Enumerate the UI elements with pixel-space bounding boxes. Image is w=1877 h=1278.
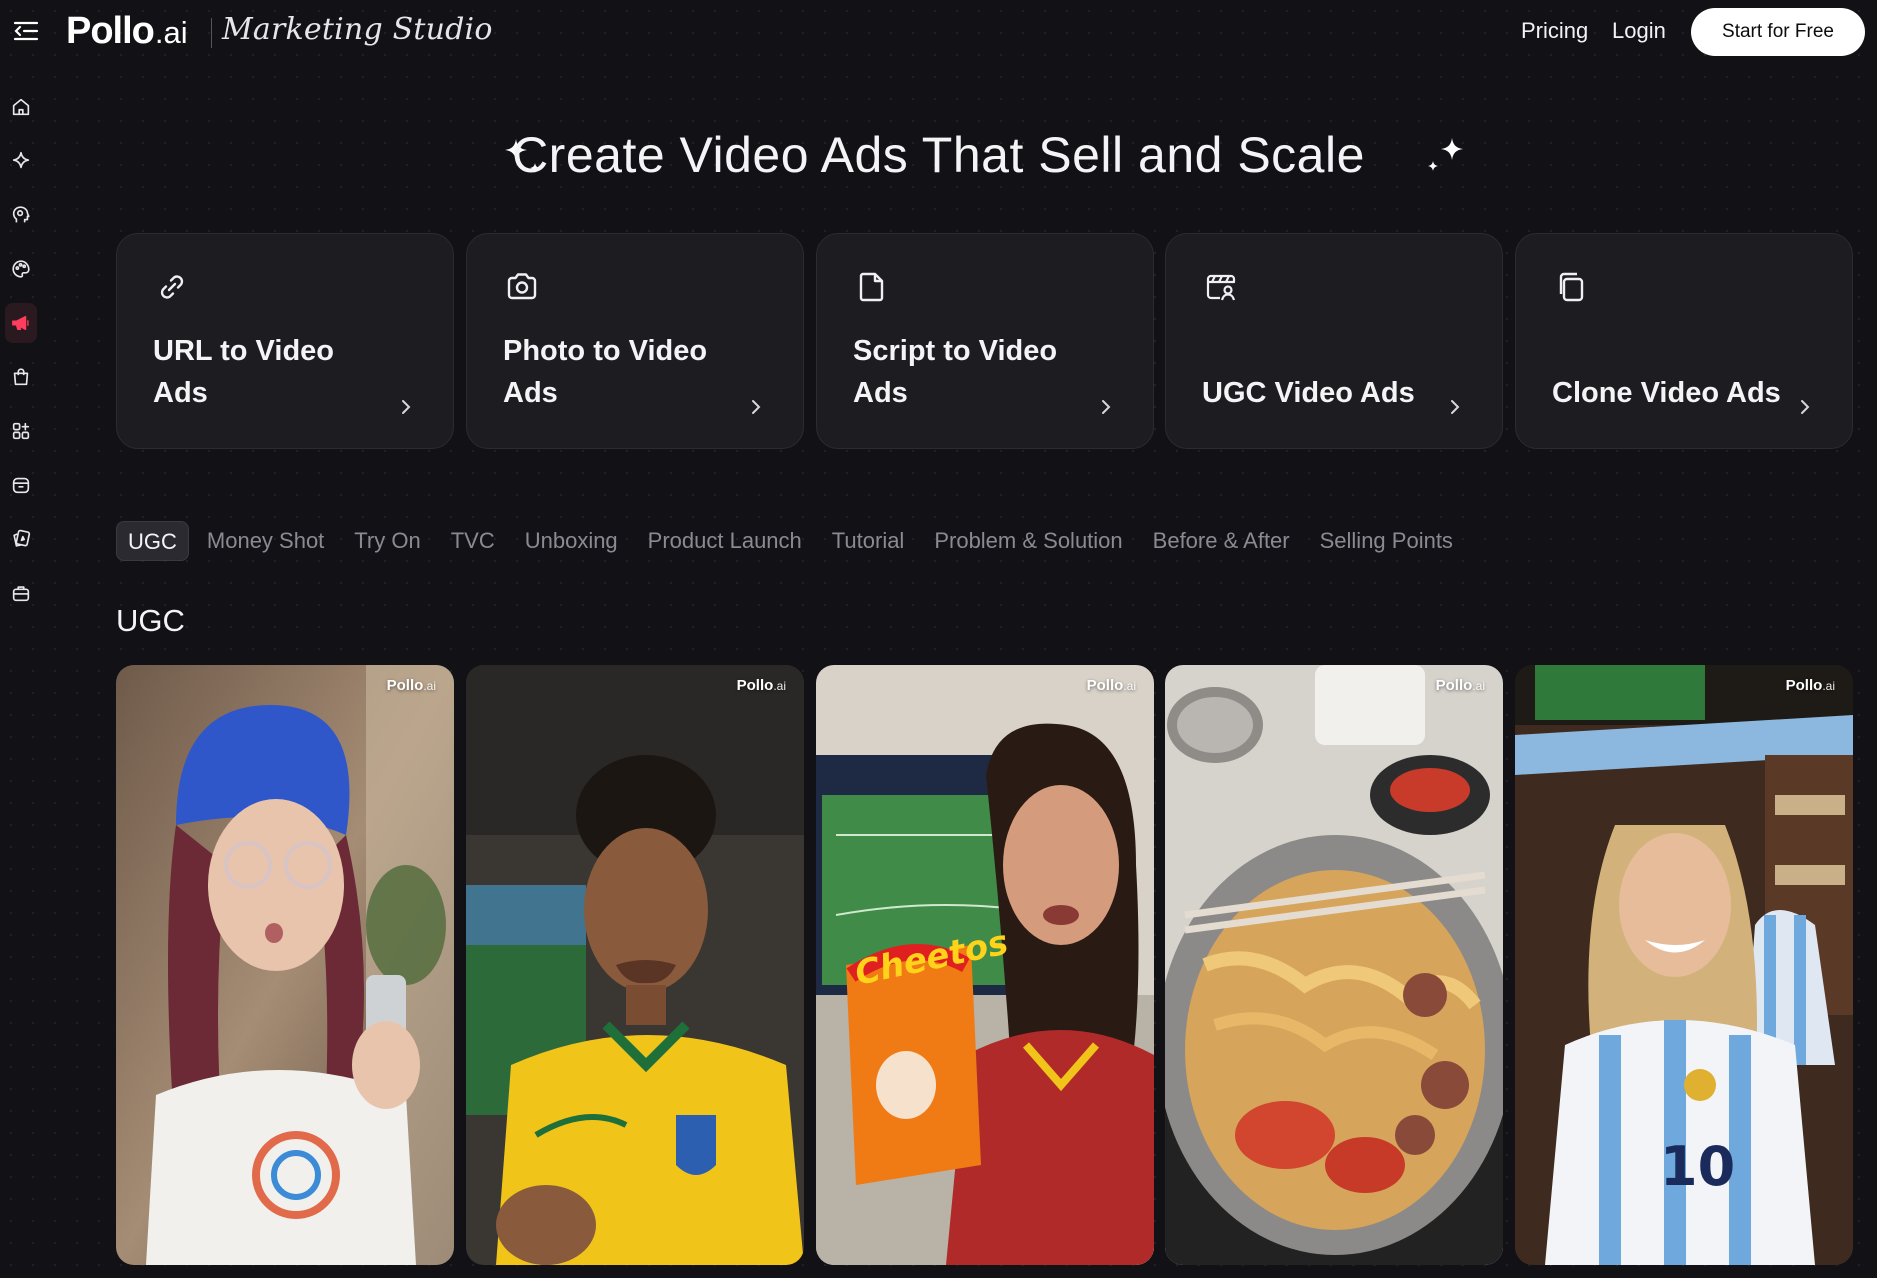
megaphone-icon[interactable] [5,303,37,343]
watermark-suffix: .ai [773,679,786,693]
sparkle-right-icon [1428,138,1463,171]
video-preview-image [466,665,804,1265]
watermark-brand: Pollo [386,677,424,694]
logo-suffix: .ai [154,15,188,50]
watermark-suffix: .ai [1472,679,1485,693]
chevron-right-icon [1451,400,1460,414]
chevron-right-icon [1102,400,1111,414]
url-to-video-ads-card[interactable]: URL to Video Ads [116,233,454,449]
photo-to-video-ads-card[interactable]: Photo to Video Ads [466,233,804,449]
watermark-suffix: .ai [423,679,436,693]
link-icon [160,275,184,299]
nav-login-link[interactable]: Login [1612,18,1666,44]
video-thumbnail[interactable]: Cheetos Pollo.ai [816,665,1154,1265]
watermark-suffix: .ai [1123,679,1136,693]
pollo-logo[interactable]: Pollo .ai [66,10,188,54]
pollo-watermark: Pollo.ai [1087,677,1136,694]
document-icon [859,272,884,302]
watermark-brand: Pollo [736,677,774,694]
home-icon[interactable] [5,87,37,127]
studio-title: Marketing Studio [222,12,493,47]
chevron-right-icon [1801,400,1810,414]
video-preview-image [1165,665,1503,1265]
chevron-right-icon [402,400,411,414]
tab-money-shot[interactable]: Money Shot [207,521,324,561]
shopping-bag-icon[interactable] [5,357,37,397]
video-thumbnail[interactable]: Pollo.ai [466,665,804,1265]
svg-text:10: 10 [1660,1135,1735,1198]
video-preview-image: Cheetos [816,665,1154,1265]
card-label: URL to Video Ads [153,335,334,409]
category-tabs: UGC Money Shot Try On TVC Unboxing Produ… [116,521,1483,561]
nav-pricing-link[interactable]: Pricing [1521,18,1588,44]
card-label: UGC Video Ads [1202,377,1415,409]
start-for-free-button[interactable]: Start for Free [1691,8,1865,56]
tab-product-launch[interactable]: Product Launch [648,521,802,561]
logo-divider [211,18,212,48]
toolbox-icon[interactable] [5,573,37,613]
tab-ugc[interactable]: UGC [116,521,189,561]
palette-icon[interactable] [5,249,37,289]
logo-brand: Pollo [66,10,155,52]
pollo-watermark: Pollo.ai [737,677,786,694]
camera-icon [507,273,537,300]
head-profile-icon[interactable] [5,195,37,235]
video-thumbnail[interactable]: 10 Pollo.ai [1515,665,1853,1265]
copy-icon [1559,272,1584,302]
tab-before-after[interactable]: Before & After [1153,521,1290,561]
pollo-watermark: Pollo.ai [387,677,436,694]
tab-selling-points[interactable]: Selling Points [1320,521,1453,561]
card-label: Photo to Video Ads [503,335,708,409]
watermark-brand: Pollo [1785,677,1823,694]
video-thumbnail[interactable]: Pollo.ai [116,665,454,1265]
top-header: Pollo .ai Marketing Studio Pricing Login … [0,0,1877,64]
tab-problem-solution[interactable]: Problem & Solution [934,521,1122,561]
tab-tutorial[interactable]: Tutorial [832,521,905,561]
pollo-watermark: Pollo.ai [1436,677,1485,694]
apps-grid-icon[interactable] [5,411,37,451]
cards-icon[interactable] [5,519,37,559]
collapse-sidebar-icon[interactable] [12,18,40,44]
ugc-video-ads-card[interactable]: UGC Video Ads [1165,233,1503,449]
video-thumbnail[interactable]: Pollo.ai [1165,665,1503,1265]
clapper-user-icon [1206,274,1236,301]
tab-unboxing[interactable]: Unboxing [525,521,618,561]
script-to-video-ads-card[interactable]: Script to Video Ads [816,233,1154,449]
card-label: Script to Video Ads [853,335,1058,409]
watermark-brand: Pollo [1435,677,1473,694]
chevron-right-icon [752,400,761,414]
hero-title: Create Video Ads That Sell and Scale [512,127,1365,183]
video-preview-image: 10 [1515,665,1853,1265]
watermark-brand: Pollo [1086,677,1124,694]
watermark-suffix: .ai [1822,679,1835,693]
clone-video-ads-card[interactable]: Clone Video Ads [1515,233,1853,449]
card-label: Clone Video Ads [1552,377,1781,409]
box-icon[interactable] [5,465,37,505]
pollo-watermark: Pollo.ai [1786,677,1835,694]
tab-tvc[interactable]: TVC [451,521,495,561]
video-preview-image [116,665,454,1265]
section-title: UGC [116,603,185,638]
tab-try-on[interactable]: Try On [354,521,420,561]
